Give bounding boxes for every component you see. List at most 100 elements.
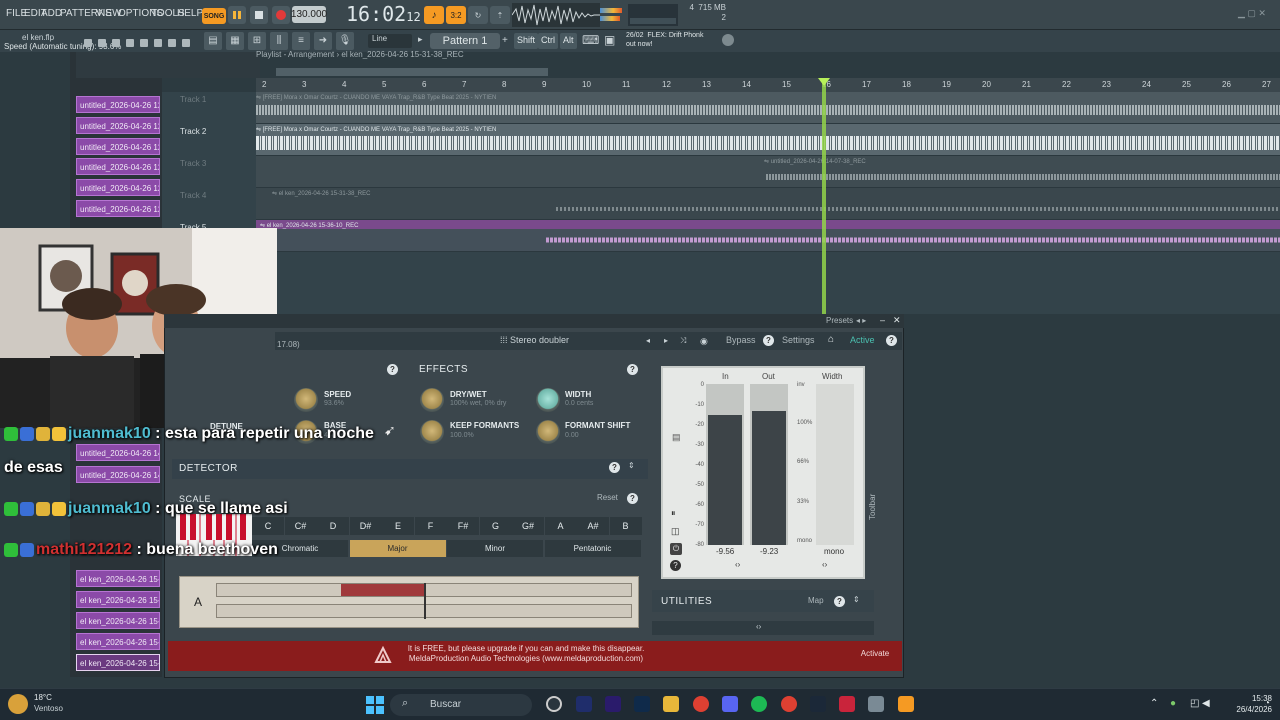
chrome-icon[interactable]	[693, 696, 709, 712]
browser-clip-item[interactable]: el ken_2026-04-26 15-1...	[76, 570, 160, 587]
playhead[interactable]	[822, 80, 826, 314]
windows-start-icon[interactable]	[366, 696, 384, 714]
meter-power-icon[interactable]: ⏻	[670, 543, 682, 555]
browser-clip-item[interactable]: untitled_2026-04-26 12-...	[76, 179, 160, 196]
piano-roll-button[interactable]: ▦	[226, 32, 244, 50]
track-header-2[interactable]: Track 2	[176, 124, 256, 156]
note-button[interactable]: D#	[349, 517, 382, 535]
note-button[interactable]: C	[252, 517, 284, 535]
copilot-icon[interactable]	[546, 696, 562, 712]
in-out-link-icon[interactable]: ‹›	[735, 560, 740, 569]
browser-clip-item[interactable]: el ken_2026-04-26 15-3...	[76, 654, 160, 671]
detector-help-icon[interactable]: ?	[609, 462, 620, 473]
weather-icon[interactable]	[8, 694, 28, 714]
game-app-icon[interactable]	[839, 696, 855, 712]
track-lane-4[interactable]	[256, 188, 1280, 220]
add-pattern-icon[interactable]: +	[502, 35, 508, 46]
window-controls[interactable]: ▁ ▢ ✕	[1238, 8, 1274, 18]
preset-name[interactable]: ⁞⁞⁞ Stereo doubler	[500, 335, 569, 345]
scale-button[interactable]: Pentatonic	[544, 540, 641, 557]
file-explorer-icon[interactable]	[663, 696, 679, 712]
network-icon[interactable]: ◰	[1190, 698, 1199, 709]
meter-mode-icon[interactable]: ▤	[672, 432, 681, 443]
shift-key-button[interactable]: Shift	[514, 33, 539, 49]
metronome-button[interactable]: ♪	[424, 6, 444, 24]
mic-tray-icon[interactable]: ●	[1170, 698, 1176, 709]
news-settings-icon[interactable]	[722, 34, 734, 46]
snap-select[interactable]: Line	[368, 34, 412, 48]
preset-nav-icons[interactable]: ◂ ▸	[856, 316, 866, 325]
weather-temperature[interactable]: 18°C	[34, 693, 52, 702]
tempo-display[interactable]: 130.000	[291, 6, 327, 23]
spotify-icon[interactable]	[751, 696, 767, 712]
note-button[interactable]: B	[609, 517, 642, 535]
preset-prev-icon[interactable]: ◂	[646, 336, 650, 345]
formant-shift-knob[interactable]	[536, 420, 560, 444]
browser-clip-item[interactable]: el ken_2026-04-26 15-1...	[76, 591, 160, 608]
bypass-button[interactable]: Bypass	[726, 335, 756, 345]
stop-button[interactable]	[250, 6, 268, 24]
record-button[interactable]	[272, 6, 290, 24]
presets-label[interactable]: Presets	[826, 316, 853, 325]
note-button[interactable]: G	[479, 517, 512, 535]
track-header-4[interactable]: Track 4	[176, 188, 256, 220]
tray-expand-icon[interactable]: ⌃	[1150, 698, 1158, 709]
settings-button[interactable]: Settings	[782, 335, 815, 345]
playhead-marker-icon[interactable]	[818, 78, 830, 86]
playlist-scrollbar[interactable]	[276, 68, 548, 76]
browser-clip-item[interactable]: untitled_2026-04-26 12-...	[76, 158, 160, 175]
keep-formants-knob[interactable]	[420, 420, 444, 444]
chrome-2-icon[interactable]	[781, 696, 797, 712]
taskbar-clock[interactable]: 15:38 26/4/2026	[1212, 693, 1272, 715]
news-panel[interactable]: 26/02 FLEX: Drift Phonk out now!	[626, 31, 726, 49]
close-icon[interactable]: ✕	[893, 315, 901, 326]
fl-studio-icon[interactable]	[898, 696, 914, 712]
home-icon[interactable]: ⌂	[828, 334, 834, 345]
taskbar-search[interactable]: Buscar	[390, 694, 532, 716]
browser-clip-item[interactable]: el ken_2026-04-26 15-1...	[76, 633, 160, 650]
time-display[interactable]: 16:0212	[346, 2, 421, 26]
news-icon[interactable]: ▣	[604, 33, 615, 47]
discord-icon[interactable]	[722, 696, 738, 712]
browser-clip-item[interactable]: untitled_2026-04-26 12-...	[76, 96, 160, 113]
scale-help-icon[interactable]: ?	[627, 493, 638, 504]
utilities-expand-icon[interactable]: ⇕	[853, 595, 860, 604]
volume-icon[interactable]: ◀	[1202, 698, 1210, 709]
drywet-knob[interactable]	[420, 388, 444, 412]
chat-username[interactable]: mathi121212	[36, 541, 132, 558]
meter-camera-icon[interactable]: ◫	[671, 526, 680, 537]
typing-keyboard-icon[interactable]: ⌨	[582, 33, 599, 47]
browser-clip-item[interactable]: untitled_2026-04-26 14-...	[76, 466, 160, 483]
browser-clip-item[interactable]: untitled_2026-04-26 14-...	[76, 444, 160, 461]
note-button[interactable]: D	[317, 517, 349, 535]
step-edit-button[interactable]: ⇡	[490, 6, 510, 24]
after-effects-icon[interactable]	[576, 696, 592, 712]
notifications-icon[interactable]: ◔	[1264, 698, 1270, 709]
track-header-1[interactable]: Track 1	[176, 92, 256, 124]
playlist-view-button[interactable]: ▤	[204, 32, 222, 50]
alt-key-button[interactable]: Alt	[560, 33, 577, 49]
menu-help[interactable]: HELP	[177, 8, 203, 19]
note-button[interactable]: F	[414, 517, 447, 535]
menu-add[interactable]: ADD	[41, 8, 62, 19]
steam-icon[interactable]	[810, 696, 826, 712]
browser-clip-item[interactable]: untitled_2026-04-26 12-...	[76, 200, 160, 217]
minimize-icon[interactable]: –	[880, 315, 885, 325]
header-help-icon[interactable]: ?	[886, 335, 897, 346]
toolbar-side-label[interactable]: Toolbar	[868, 480, 892, 520]
settings-app-icon[interactable]	[868, 696, 884, 712]
activate-button[interactable]: Activate	[856, 645, 894, 663]
meter-help-icon[interactable]: ?	[670, 560, 681, 571]
timeline-ruler[interactable]	[256, 78, 1280, 92]
meter-pause-icon[interactable]: ⏸	[671, 508, 676, 519]
loop-record-button[interactable]: ↻	[468, 6, 488, 24]
mixer-tool-icons[interactable]	[82, 36, 202, 50]
randomize-icon[interactable]: ⤨	[680, 336, 686, 346]
plugin-titlebar[interactable]	[164, 314, 904, 328]
utilities-help-icon[interactable]: ?	[834, 596, 845, 607]
track-lane-5[interactable]	[256, 220, 1280, 252]
note-button[interactable]: A	[544, 517, 577, 535]
mixer-button[interactable]: ⫼	[270, 32, 288, 50]
active-button[interactable]: Active	[850, 335, 875, 345]
weather-description[interactable]: Ventoso	[34, 704, 63, 713]
